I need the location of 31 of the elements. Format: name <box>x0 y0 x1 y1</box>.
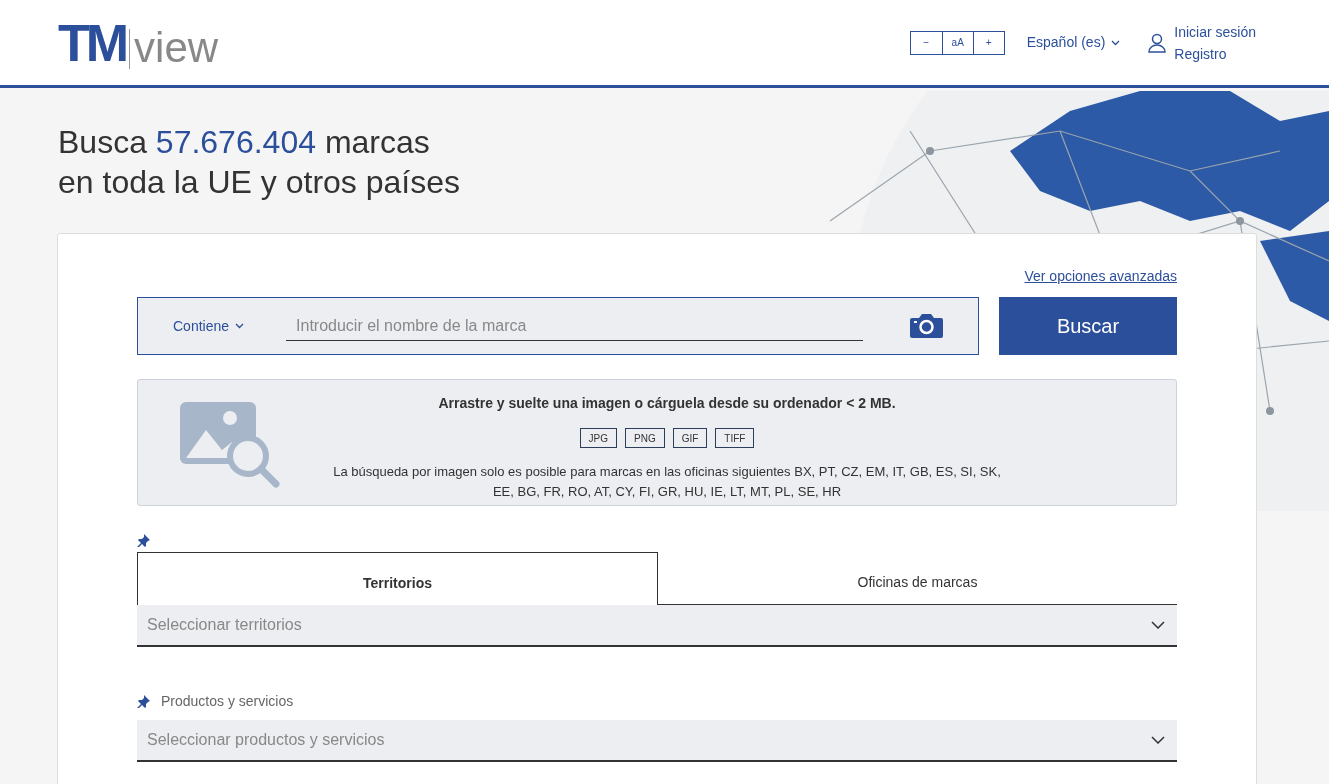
search-button[interactable]: Buscar <box>999 297 1177 355</box>
tab[interactable]: Territorios <box>137 552 658 605</box>
font-size-button[interactable]: + <box>972 31 1004 54</box>
font-size-button[interactable]: aA <box>941 31 973 54</box>
offices-note: La búsqueda por imagen solo es posible para marcas en las oficinas siguientes BX, PT, CZ, EM, IT, GB, ES, SI, SK, EE, BG, FR, RO, AT, CY, FI, GR, HU, IE, LT, MT, PL, SE, HR <box>332 463 1002 501</box>
format-tag: PNG <box>625 428 665 448</box>
advanced-options-link[interactable]: Ver opciones avanzadas <box>1024 266 1177 287</box>
register-link[interactable]: Registro <box>1174 42 1256 65</box>
logo-word[interactable]: view <box>134 26 219 69</box>
caret-icon <box>1111 39 1121 46</box>
logo-mark[interactable]: TM <box>58 16 126 69</box>
image-search-icon <box>180 402 280 490</box>
products-label: Productos y servicios <box>161 692 294 711</box>
language-selector[interactable]: Español (es) <box>1026 32 1121 53</box>
mode-dropdown[interactable]: Contiene <box>173 315 245 337</box>
user-icon <box>1148 32 1167 53</box>
login-link[interactable]: Iniciar sesión <box>1174 20 1256 43</box>
format-tag: JPG <box>579 428 617 448</box>
pin-icon <box>137 695 150 708</box>
upload-instructions: Arrastre y suelte una imagen o cárguela desde su ordenador < 2 MB. <box>438 394 896 413</box>
font-size-button[interactable]: − <box>910 31 942 54</box>
search-bar[interactable]: Contiene Introducir el nombre de la marca <box>137 297 979 355</box>
headline: Busca 57.676.404 marcas <box>58 123 431 162</box>
chevron-down-icon <box>1151 621 1165 629</box>
camera-icon[interactable] <box>910 313 943 339</box>
format-tag: GIF <box>672 428 708 448</box>
pin-icon <box>137 534 150 547</box>
chevron-down-icon <box>1151 736 1165 744</box>
format-tag: TIFF <box>715 428 755 448</box>
headline-subtitle: en toda la UE y otros países <box>58 163 461 202</box>
caret-icon <box>235 323 245 329</box>
